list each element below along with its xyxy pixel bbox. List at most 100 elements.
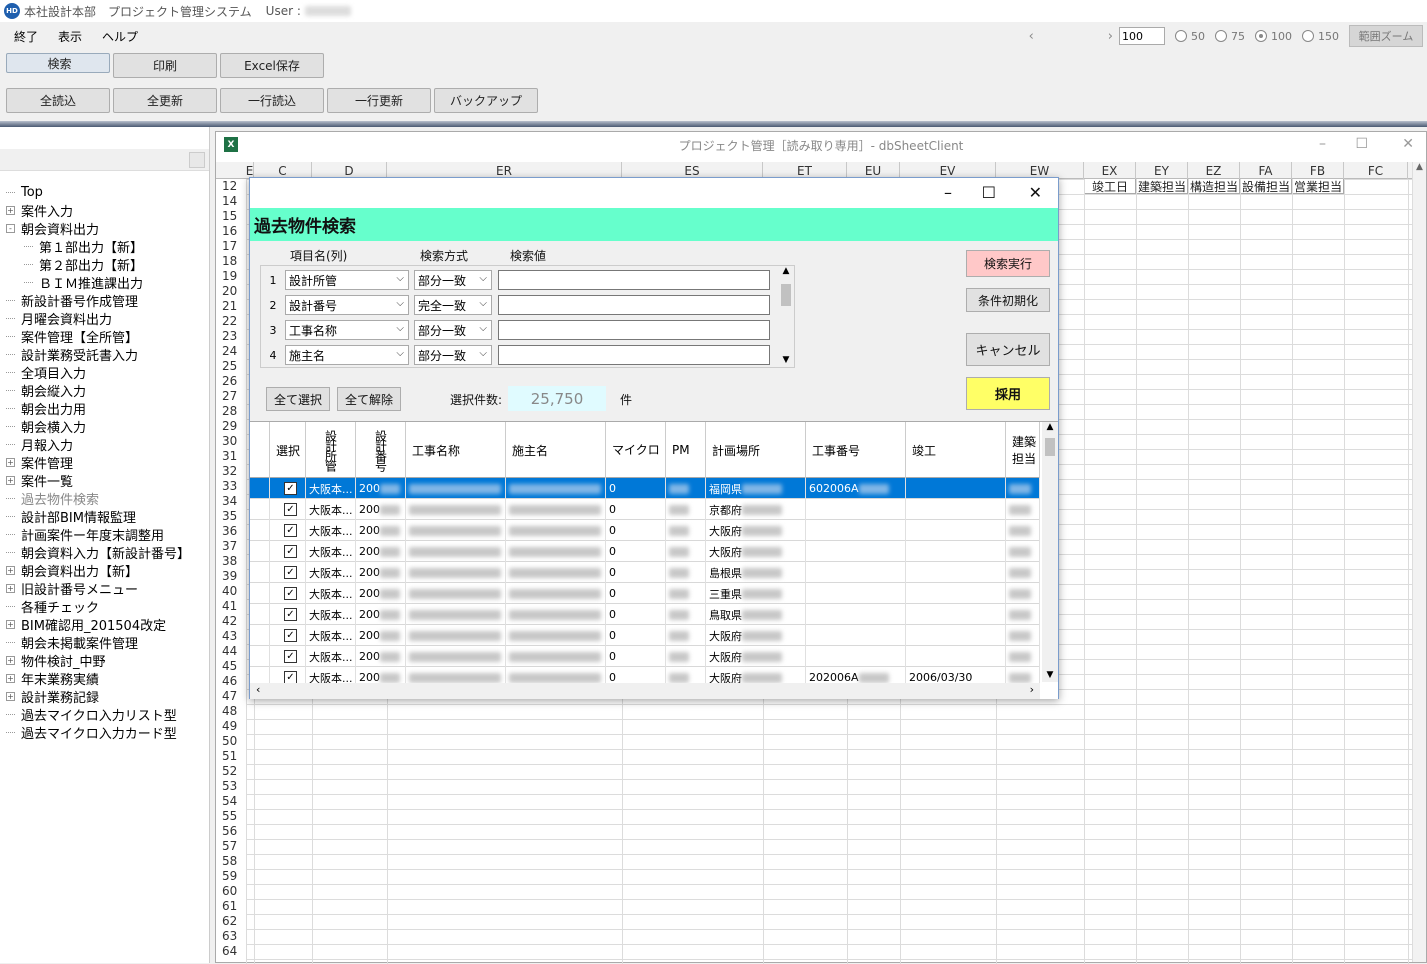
condition-method-select[interactable]: 完全一致 ⌵ (414, 295, 492, 315)
tree-header-button[interactable] (189, 152, 205, 168)
clear-all-button[interactable]: 全て解除 (337, 387, 401, 411)
row-header[interactable]: 60 (216, 884, 246, 899)
result-row[interactable]: ✓ 大阪本... 200 0 大阪府 (250, 541, 1040, 562)
result-row[interactable]: ✓ 大阪本... 200 0 大阪府 (250, 520, 1040, 541)
tree-item[interactable]: 月曜会資料出力 (0, 309, 190, 328)
result-row[interactable]: ✓ 大阪本... 200 0 島根県 (250, 562, 1040, 583)
expand-icon[interactable]: + (6, 475, 15, 485)
row-header[interactable]: 38 (216, 554, 246, 569)
row-header[interactable]: 63 (216, 929, 246, 944)
row-header[interactable]: 58 (216, 854, 246, 869)
result-column-header[interactable]: 設計所管 (306, 422, 356, 478)
tree-item[interactable]: 朝会資料入力【新設計番号】 (0, 543, 190, 562)
adopt-button[interactable]: 採用 (966, 377, 1050, 410)
row-header[interactable]: 61 (216, 899, 246, 914)
condition-value-input[interactable] (498, 270, 770, 290)
row-checkbox[interactable]: ✓ (284, 503, 297, 516)
tree-item[interactable]: + 旧設計番号メニュー (0, 579, 190, 598)
row-header[interactable]: 48 (216, 704, 246, 719)
column-header[interactable]: EX (1084, 162, 1136, 179)
result-row[interactable]: ✓ 大阪本... 200 0 京都府 (250, 499, 1040, 520)
row-header[interactable]: 53 (216, 779, 246, 794)
row-header[interactable]: 49 (216, 719, 246, 734)
condition-item-select[interactable]: 施主名 ⌵ (285, 345, 409, 365)
result-row[interactable]: ✓ 大阪本... 200 0 福岡県 602006A (250, 478, 1040, 499)
conditions-scrollbar[interactable]: ▲ ▼ (778, 266, 794, 367)
row-header[interactable]: 18 (216, 254, 246, 269)
row-header[interactable]: 31 (216, 449, 246, 464)
row-header[interactable]: 35 (216, 509, 246, 524)
row-checkbox[interactable]: ✓ (284, 524, 297, 537)
expand-icon[interactable]: + (6, 691, 15, 701)
row-header[interactable]: 40 (216, 584, 246, 599)
close-icon[interactable]: ✕ (1402, 136, 1414, 152)
row-header[interactable]: 59 (216, 869, 246, 884)
tree-item[interactable]: 各種チェック (0, 597, 190, 616)
dialog-maximize-icon[interactable]: ☐ (982, 183, 996, 202)
zoom-input[interactable] (1119, 27, 1165, 45)
result-column-header[interactable]: 選択 (270, 422, 306, 478)
tree-item[interactable]: 第１部出力【新】 (0, 237, 190, 256)
reset-conditions-button[interactable]: 条件初期化 (966, 288, 1050, 312)
row-checkbox[interactable]: ✓ (284, 629, 297, 642)
collapse-icon[interactable]: - (6, 223, 15, 233)
tree-item[interactable]: + BIM確認用_201504改定 (0, 615, 190, 634)
search-button[interactable]: 検索 (6, 53, 110, 73)
sheet-vertical-scrollbar[interactable]: ▲ (1412, 162, 1426, 962)
condition-item-select[interactable]: 工事名称 ⌵ (285, 320, 409, 340)
result-column-header[interactable]: 設計番号 (356, 422, 406, 478)
condition-value-input[interactable] (498, 320, 770, 340)
result-row[interactable]: ✓ 大阪本... 200 0 大阪府 (250, 625, 1040, 646)
tree-item[interactable]: + 案件一覧 (0, 471, 190, 490)
condition-value-input[interactable] (498, 345, 770, 365)
row-header[interactable]: 50 (216, 734, 246, 749)
row-header[interactable]: 36 (216, 524, 246, 539)
column-header[interactable]: EZ (1188, 162, 1240, 179)
row-header[interactable]: 62 (216, 914, 246, 929)
expand-icon[interactable]: + (6, 583, 15, 593)
result-column-header[interactable]: マイクロ (606, 422, 666, 478)
expand-icon[interactable]: + (6, 655, 15, 665)
row-header[interactable]: 54 (216, 794, 246, 809)
tree-item[interactable]: 案件管理【全所管】 (0, 327, 190, 346)
expand-icon[interactable]: + (6, 619, 15, 629)
minimize-icon[interactable]: – (1319, 136, 1326, 152)
cancel-button[interactable]: キャンセル (966, 333, 1050, 366)
row-checkbox[interactable]: ✓ (284, 545, 297, 558)
row-header[interactable]: 64 (216, 944, 246, 959)
condition-item-select[interactable]: 設計番号 ⌵ (285, 295, 409, 315)
tree-item[interactable]: 第２部出力【新】 (0, 255, 190, 274)
result-column-header[interactable]: 計画場所 (706, 422, 806, 478)
excel-save-button[interactable]: Excel保存 (220, 53, 324, 78)
tree-item[interactable]: 過去物件検索 (0, 489, 190, 508)
row-header[interactable]: 33 (216, 479, 246, 494)
condition-method-select[interactable]: 部分一致 ⌵ (414, 270, 492, 290)
tree-item[interactable]: + 年末業務実績 (0, 669, 190, 688)
tree-item[interactable]: 朝会未掲載案件管理 (0, 633, 190, 652)
row-header[interactable]: 41 (216, 599, 246, 614)
row-header[interactable]: 22 (216, 314, 246, 329)
row-header[interactable]: 46 (216, 674, 246, 689)
column-header[interactable]: EY (1136, 162, 1188, 179)
expand-icon[interactable]: + (6, 673, 15, 683)
expand-icon[interactable]: + (6, 205, 15, 215)
row-checkbox[interactable]: ✓ (284, 587, 297, 600)
row-header[interactable]: 14 (216, 194, 246, 209)
row-checkbox[interactable]: ✓ (284, 650, 297, 663)
condition-method-select[interactable]: 部分一致 ⌵ (414, 345, 492, 365)
tree-item[interactable]: 過去マイクロ入力リスト型 (0, 705, 190, 724)
row-header[interactable]: 42 (216, 614, 246, 629)
result-column-header[interactable]: PM (666, 422, 706, 478)
row-header[interactable]: 29 (216, 419, 246, 434)
row-checkbox[interactable]: ✓ (284, 566, 297, 579)
update-row-button[interactable]: 一行更新 (327, 88, 431, 113)
update-all-button[interactable]: 全更新 (113, 88, 217, 113)
result-column-header[interactable]: 建築担当 (1006, 422, 1040, 478)
row-header[interactable]: 12 (216, 179, 246, 194)
zoom-radio-50[interactable]: 50 (1175, 30, 1205, 43)
tree-item[interactable]: + 物件検討_中野 (0, 651, 190, 670)
row-header[interactable]: 55 (216, 809, 246, 824)
tree-item[interactable]: 朝会出力用 (0, 399, 190, 418)
row-header[interactable]: 15 (216, 209, 246, 224)
dialog-close-icon[interactable]: ✕ (1029, 183, 1042, 202)
